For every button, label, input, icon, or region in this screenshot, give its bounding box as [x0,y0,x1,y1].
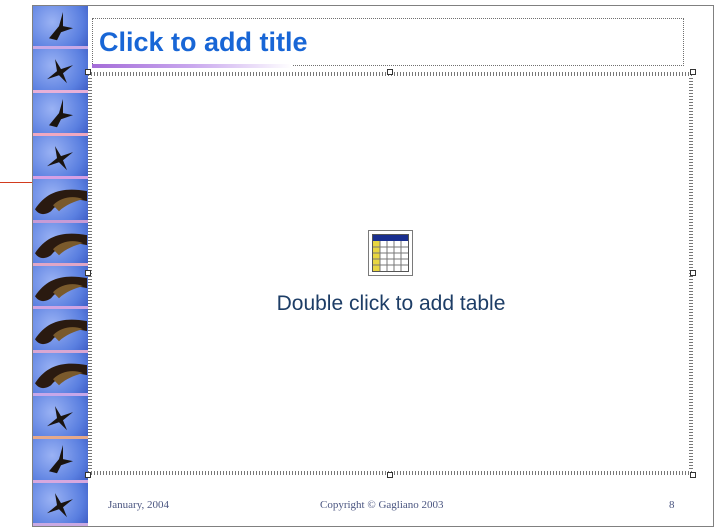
eagle-tile [33,395,88,440]
table-placeholder-text: Double click to add table [276,292,506,315]
eagle-icon [35,189,87,215]
eagle-icon [47,406,73,431]
eagle-icon [47,59,73,84]
eagle-icon [49,12,73,41]
title-placeholder-text: Click to add title [99,27,308,57]
resize-handle-bottom-left[interactable] [85,472,91,478]
resize-handle-top-left[interactable] [85,69,91,75]
eagle-icon [35,363,87,388]
eagle-tile [33,265,88,310]
eagle-icon [35,233,87,258]
footer-copyright: Copyright © Gagliano 2003 [320,499,444,511]
eagle-tile [33,439,88,483]
eagle-tile [33,482,88,526]
footer-date: January, 2004 [108,499,169,511]
eagle-tile [33,352,88,396]
eagle-tile [33,6,88,50]
edge-marker-line [0,182,32,183]
eagle-icon [49,445,73,474]
eagle-tile [33,92,88,136]
eagle-icon [47,492,73,517]
resize-handle-bottom-right[interactable] [690,472,696,478]
eagle-icon [35,319,87,345]
resize-handle-top-right[interactable] [690,69,696,75]
eagle-tile [33,179,88,223]
eagle-icon [35,276,87,302]
eagle-image-strip [33,6,88,526]
eagle-tile [33,135,88,180]
insert-table-icon[interactable] [368,230,413,276]
resize-handle-right[interactable] [690,270,696,276]
resize-handle-left[interactable] [85,270,91,276]
title-placeholder[interactable]: Click to add title [92,18,684,66]
resize-handle-top[interactable] [387,69,393,75]
eagle-icon [49,98,73,127]
footer-page-number: 8 [669,499,675,511]
eagle-tile [33,222,88,266]
resize-handle-bottom[interactable] [387,472,393,478]
eagle-tile [33,309,88,353]
eagle-tile [33,49,88,93]
eagle-icon [47,146,73,171]
title-underline [92,64,292,68]
